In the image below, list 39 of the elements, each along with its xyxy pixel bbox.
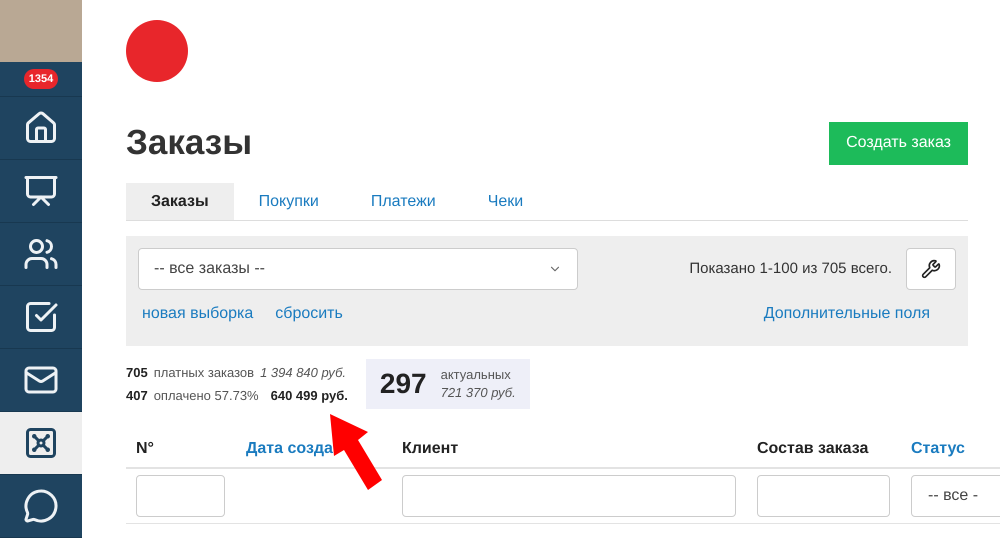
filter-link[interactable]: новая выборка <box>142 302 254 326</box>
filter-input[interactable] <box>136 475 225 517</box>
shown-count-text: Показано 1-100 из 705 всего. <box>689 258 892 279</box>
filter-link[interactable]: сбросить <box>275 302 343 326</box>
column-header: N° <box>136 440 154 457</box>
wrench-icon <box>921 259 941 279</box>
tab[interactable]: Заказы <box>126 183 234 220</box>
safe-icon <box>23 425 59 461</box>
column-header[interactable]: Дата созда <box>246 440 333 457</box>
notification-badge[interactable]: 1354 <box>24 68 58 90</box>
actual-label: актуальных <box>440 366 512 384</box>
orders-select[interactable]: -- все заказы -- <box>138 248 578 290</box>
stat-label: оплачено 57.73% <box>154 386 259 404</box>
filter-input[interactable] <box>402 475 736 517</box>
tab[interactable]: Покупки <box>234 183 344 220</box>
actual-count: 297 <box>380 367 427 401</box>
filter-input[interactable] <box>757 475 890 517</box>
column-header[interactable]: Статус <box>911 440 965 457</box>
stat-count: 705 <box>126 364 148 382</box>
stat-label: платных заказов <box>154 364 254 382</box>
column-header: Состав заказа <box>757 440 868 457</box>
create-order-button[interactable]: Создать заказ <box>829 122 968 164</box>
status-select[interactable]: -- все - <box>911 475 1000 517</box>
tab[interactable]: Чеки <box>462 183 548 220</box>
users-icon <box>23 236 59 272</box>
chart-board-icon <box>23 173 59 209</box>
house-icon <box>23 110 59 146</box>
stat-sum: 640 499 руб. <box>270 386 348 405</box>
stat-sum: 1 394 840 руб. <box>260 364 346 382</box>
page-title: Заказы <box>126 122 252 164</box>
sidebar-item[interactable] <box>0 412 82 475</box>
settings-button[interactable] <box>906 248 956 290</box>
chat-bubble-icon <box>23 488 59 524</box>
extra-fields-link[interactable]: Дополнительные поля <box>764 302 930 326</box>
tab[interactable]: Платежи <box>346 183 461 220</box>
checkbox-icon <box>23 299 59 335</box>
stat-count: 407 <box>126 386 148 404</box>
actual-sum: 721 370 руб. <box>440 384 516 402</box>
column-header: Клиент <box>402 440 458 457</box>
